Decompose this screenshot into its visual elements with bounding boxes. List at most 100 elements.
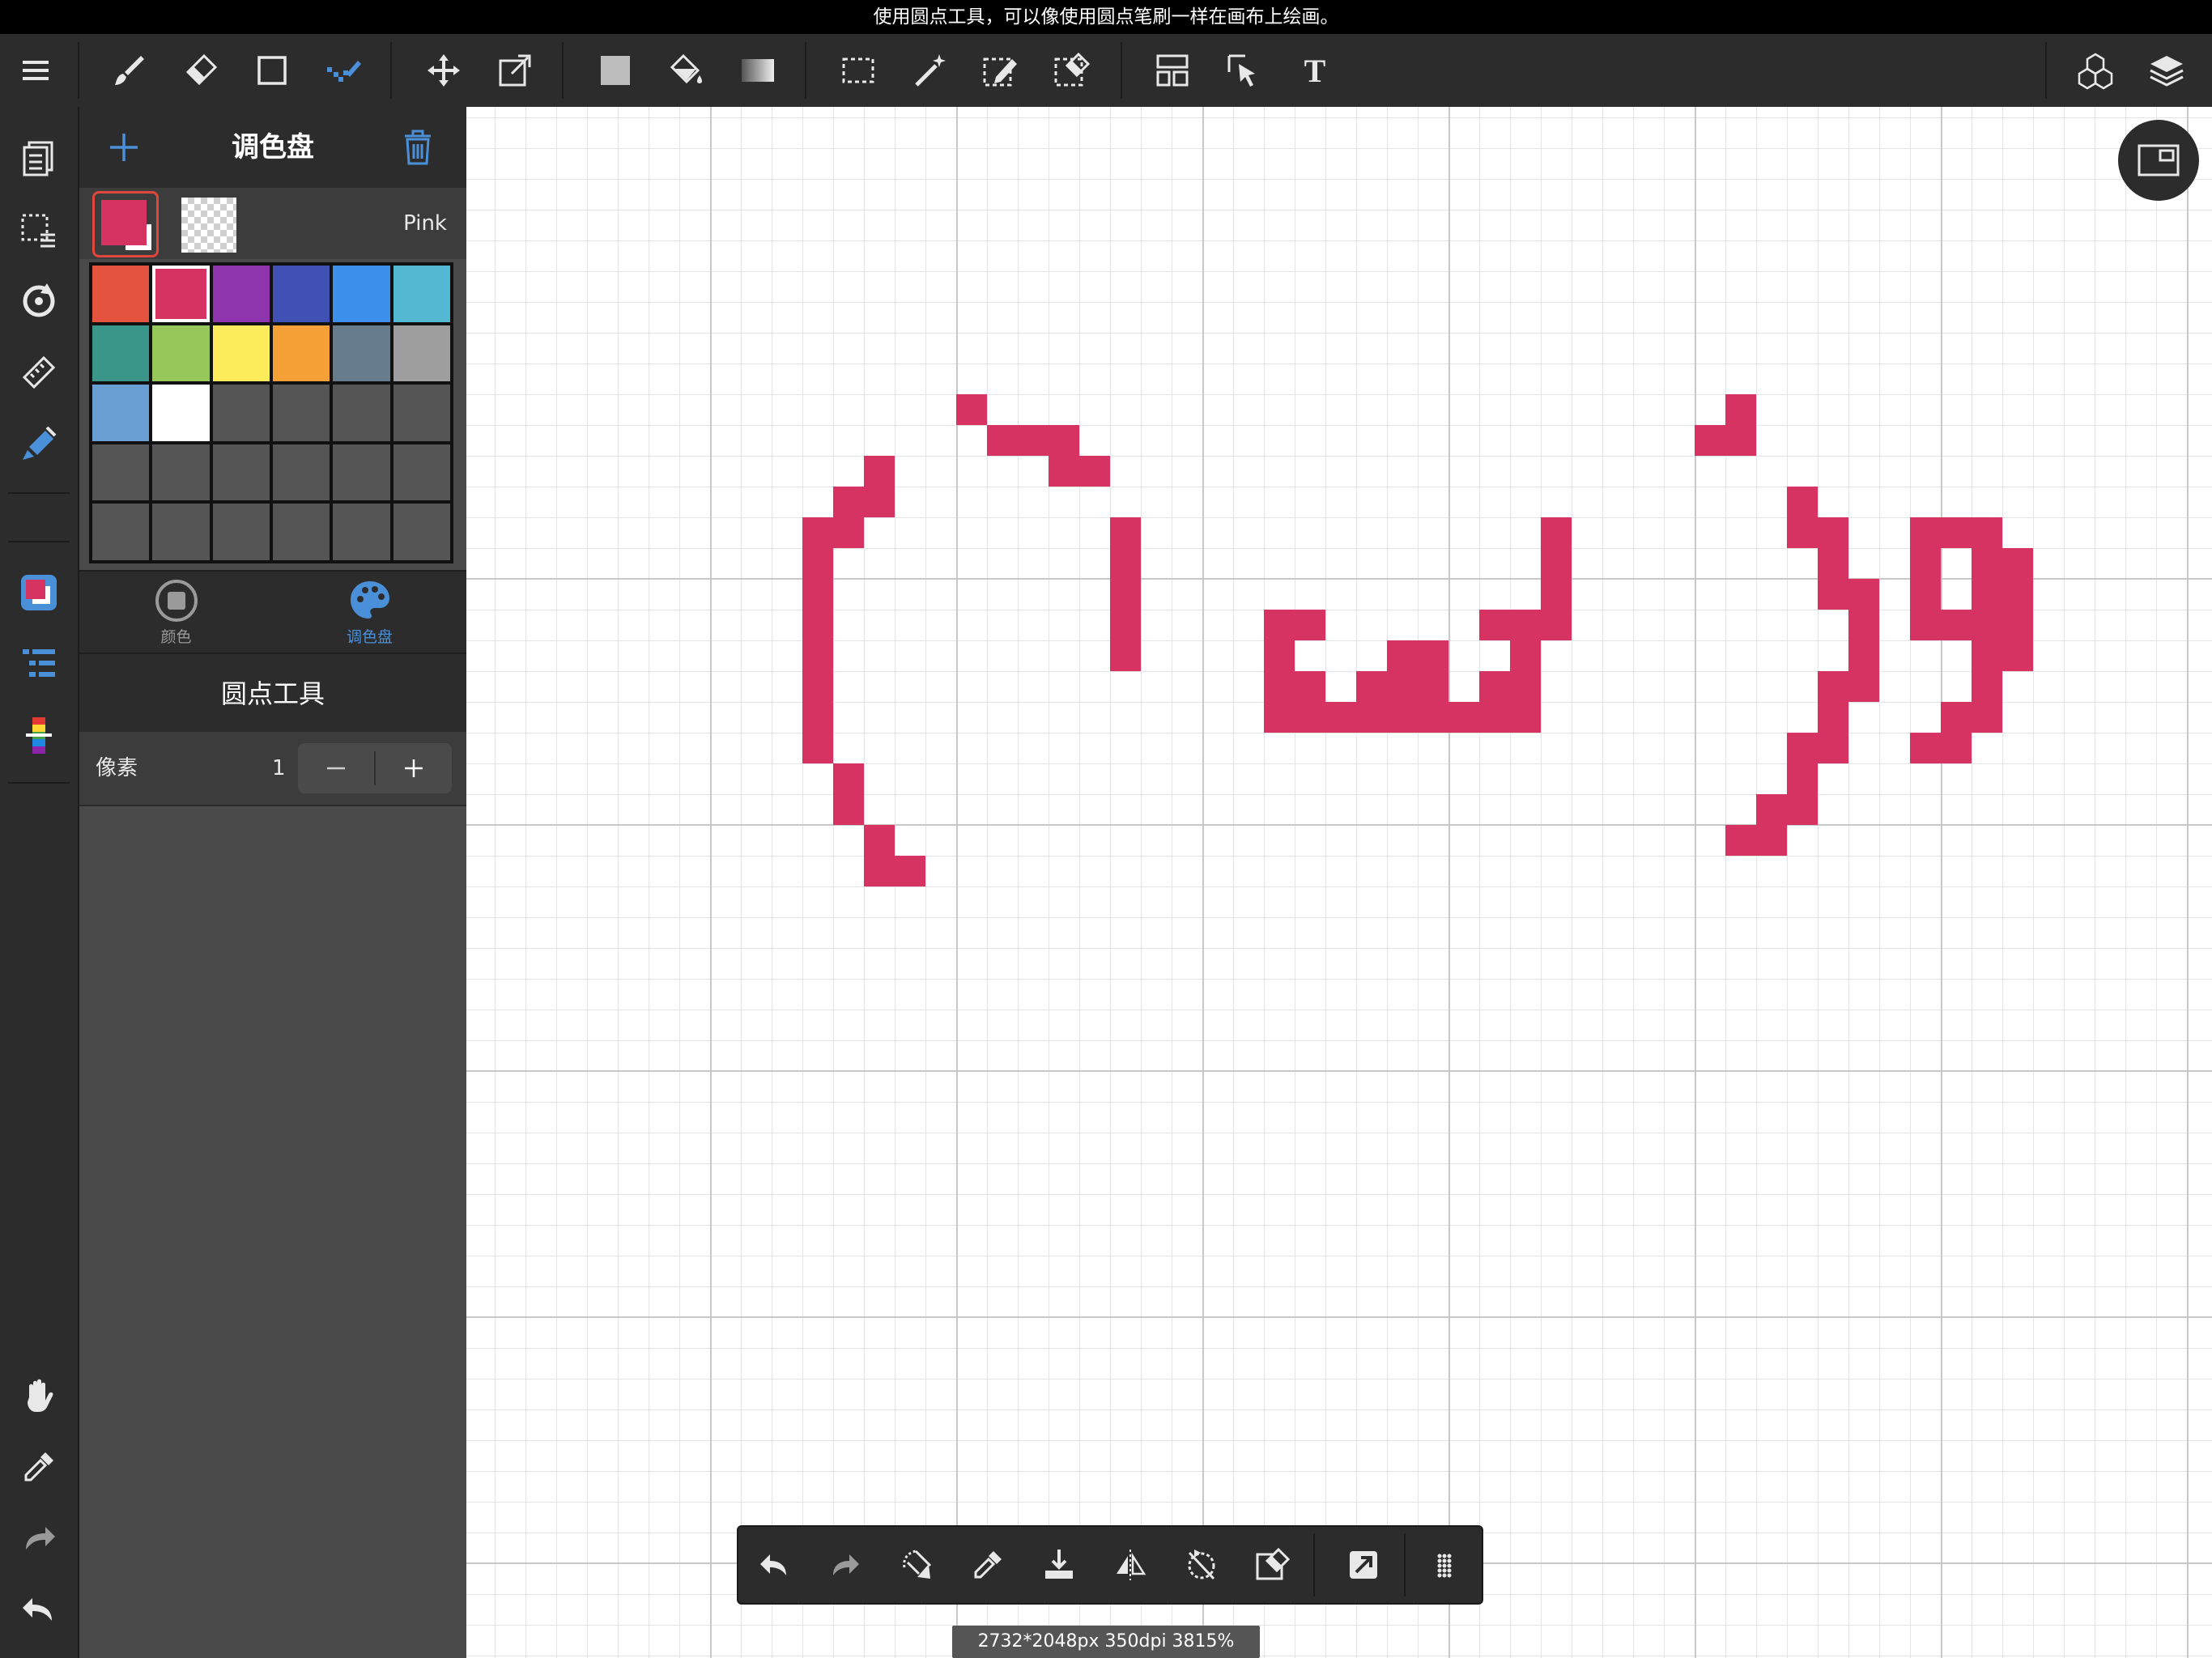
bucket-icon[interactable]	[651, 34, 722, 107]
palette-swatch[interactable]	[333, 385, 390, 441]
tab-color[interactable]: 颜色	[79, 572, 273, 653]
hand-icon[interactable]	[0, 1363, 78, 1428]
palette-swatch[interactable]	[92, 504, 150, 560]
redo-icon[interactable]	[810, 1527, 881, 1603]
palette-swatch[interactable]	[212, 385, 270, 441]
text-icon[interactable]: T	[1279, 34, 1351, 107]
palette-swatch[interactable]	[273, 444, 330, 501]
flip-icon[interactable]	[1095, 1527, 1166, 1603]
gradient-icon[interactable]	[722, 34, 793, 107]
transform-icon[interactable]	[479, 34, 551, 107]
decrease-button[interactable]	[298, 743, 374, 793]
palette-swatch[interactable]	[92, 325, 150, 382]
pixel	[1818, 671, 1848, 763]
palette-swatch[interactable]	[212, 325, 270, 382]
palette-swatch[interactable]	[333, 504, 390, 560]
pages-icon[interactable]	[0, 126, 78, 191]
operation-icon[interactable]	[1208, 34, 1279, 107]
pixel	[1541, 517, 1572, 640]
palette-swatch[interactable]	[92, 444, 150, 501]
brush-list-icon[interactable]	[0, 631, 78, 696]
palette-swatch[interactable]	[333, 325, 390, 382]
magic-wand-icon[interactable]	[894, 34, 965, 107]
delete-color-button[interactable]	[395, 125, 440, 170]
rotate-view-icon[interactable]	[881, 1527, 952, 1603]
palette-swatch[interactable]	[273, 504, 330, 560]
menu-icon[interactable]	[0, 34, 71, 107]
palette-swatch[interactable]	[152, 266, 210, 322]
fill-color-icon[interactable]	[580, 34, 651, 107]
frame-divide-icon[interactable]	[1137, 34, 1208, 107]
eraser-icon[interactable]	[165, 34, 236, 107]
drawing-canvas[interactable]	[466, 107, 2212, 1658]
move-icon[interactable]	[408, 34, 479, 107]
color-circle-icon	[155, 579, 198, 622]
pixel	[1110, 517, 1141, 671]
eyedropper-icon[interactable]	[0, 1435, 78, 1499]
eyedropper-icon[interactable]	[952, 1527, 1023, 1603]
pixel	[1295, 702, 1418, 733]
current-color-swatch[interactable]	[92, 191, 159, 257]
increase-button[interactable]	[376, 743, 452, 793]
more-icon[interactable]	[1409, 1527, 1480, 1603]
pixel	[833, 763, 864, 825]
dot-tool-icon[interactable]	[308, 34, 379, 107]
tab-palette[interactable]: 调色盘	[273, 572, 466, 653]
palette-swatch[interactable]	[273, 385, 330, 441]
color-slider-icon[interactable]	[0, 703, 78, 767]
shape-icon[interactable]	[236, 34, 308, 107]
palette-swatch[interactable]	[393, 325, 450, 382]
view-mode-button[interactable]	[2118, 120, 2199, 201]
undo-icon[interactable]	[0, 1577, 78, 1642]
pixel	[1418, 702, 1541, 733]
palette-swatch[interactable]	[393, 444, 450, 501]
transparent-color-swatch[interactable]	[181, 198, 236, 253]
ruler-icon[interactable]	[0, 340, 78, 405]
palette-swatch[interactable]	[212, 266, 270, 322]
undo-icon[interactable]	[738, 1527, 810, 1603]
palette-swatch[interactable]	[393, 504, 450, 560]
select-eraser-icon[interactable]	[1036, 34, 1108, 107]
rotate-canvas-icon[interactable]	[0, 269, 78, 334]
palette-swatch[interactable]	[212, 444, 270, 501]
pixel	[802, 517, 833, 763]
palette-swatch[interactable]	[152, 385, 210, 441]
palette-swatch[interactable]	[92, 385, 150, 441]
palette-swatch[interactable]	[212, 504, 270, 560]
select-rect-icon[interactable]	[823, 34, 894, 107]
pixel	[864, 456, 895, 517]
pixel	[864, 825, 895, 886]
color-swatch-icon[interactable]	[0, 560, 78, 625]
brush-settings-icon[interactable]	[0, 411, 78, 476]
palette-swatch[interactable]	[273, 266, 330, 322]
3d-material-icon[interactable]	[2060, 34, 2131, 107]
pixel	[1725, 394, 1756, 456]
pixel-art	[802, 394, 2033, 886]
palette-swatch[interactable]	[92, 266, 150, 322]
reset-rotation-icon[interactable]	[1166, 1527, 1237, 1603]
share-icon[interactable]	[1328, 1527, 1399, 1603]
palette-swatch[interactable]	[393, 266, 450, 322]
pixel-size-row: 像素 1	[79, 732, 466, 806]
palette-swatch[interactable]	[393, 385, 450, 441]
pixel	[833, 487, 864, 548]
pixel	[1479, 610, 1541, 640]
select-pen-icon[interactable]	[965, 34, 1036, 107]
palette-swatch[interactable]	[273, 325, 330, 382]
palette-swatch[interactable]	[152, 325, 210, 382]
palette-swatch[interactable]	[333, 444, 390, 501]
palette-swatch[interactable]	[333, 266, 390, 322]
top-toolbar: T	[0, 34, 2212, 108]
current-color-row: Pink	[79, 188, 466, 259]
layers-icon[interactable]	[2131, 34, 2202, 107]
palette-swatch[interactable]	[152, 504, 210, 560]
bottom-toolbar	[737, 1525, 1483, 1605]
redo-icon[interactable]	[0, 1506, 78, 1571]
clear-selection-icon[interactable]	[1237, 1527, 1308, 1603]
selection-layer-icon[interactable]	[0, 198, 78, 262]
save-icon[interactable]	[1023, 1527, 1095, 1603]
add-color-button[interactable]	[104, 127, 144, 168]
palette-swatch[interactable]	[152, 444, 210, 501]
brush-icon[interactable]	[94, 34, 165, 107]
color-tab-bar: 颜色 调色盘	[79, 570, 466, 653]
